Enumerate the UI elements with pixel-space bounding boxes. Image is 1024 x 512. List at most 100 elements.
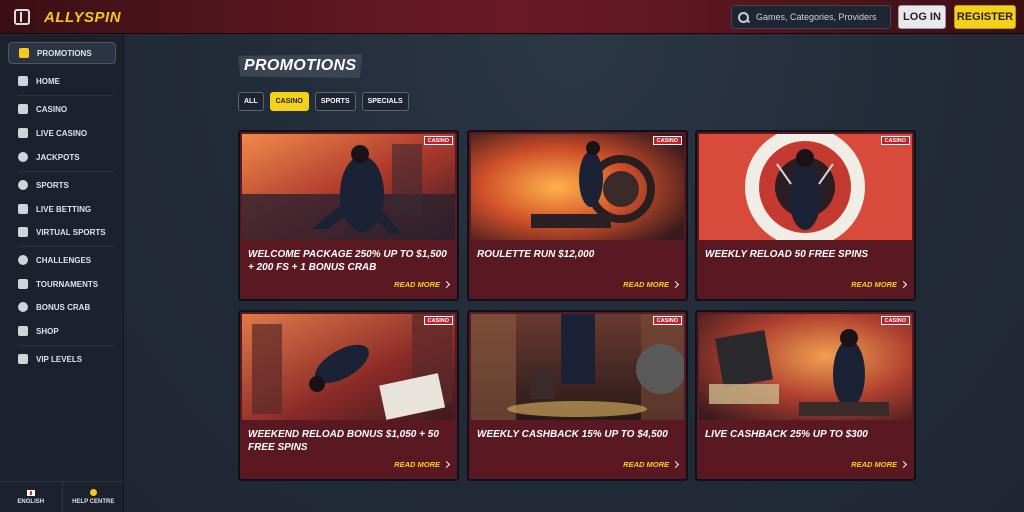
search-input[interactable] (756, 12, 886, 22)
promo-card[interactable]: CASINO WEEKLY RELOAD 50 FREE SPINS READ … (695, 130, 916, 301)
canada-flag-icon (26, 489, 35, 496)
filter-specials[interactable]: SPECIALS (361, 92, 409, 111)
sidebar-divider (18, 345, 114, 346)
read-more-link[interactable]: READ MORE (394, 280, 451, 289)
top-header: ALLYSPIN LOG IN REGISTER (0, 0, 1024, 34)
sidebar-item-label: LIVE BETTING (36, 204, 92, 214)
login-button[interactable]: LOG IN (898, 5, 946, 29)
sidebar-item-label: VIRTUAL SPORTS (36, 227, 106, 237)
page-title: PROMOTIONS (238, 54, 363, 78)
bonus-crab-icon (18, 302, 28, 312)
logo-text: ALLYSPIN (44, 8, 122, 26)
sidebar-divider (18, 95, 114, 96)
promo-card[interactable]: CASINO LIVE CASHBACK 25% UP TO $300 READ… (695, 310, 916, 481)
tournaments-icon (18, 279, 28, 289)
shop-icon (18, 326, 28, 336)
sidebar-item-virtual-sports[interactable]: VIRTUAL SPORTS (8, 221, 116, 243)
promo-card[interactable]: CASINO WEEKEND RELOAD BONUS $1,050 + 50 … (238, 310, 459, 481)
promo-card[interactable]: CASINO WELCOME PACKAGE 250% UP TO $1,500… (238, 130, 459, 301)
promo-image-weekly-reload (699, 134, 912, 240)
jackpots-icon (18, 152, 28, 162)
virtual-sports-icon (18, 227, 28, 237)
promo-card[interactable]: CASINO WEEKLY CASHBACK 15% UP TO $4,500 … (467, 310, 688, 481)
sidebar-toggle-icon[interactable] (14, 9, 30, 25)
sidebar-item-label: CHALLENGES (36, 255, 92, 265)
read-more-label: READ MORE (851, 460, 897, 469)
vip-icon (18, 354, 28, 364)
read-more-link[interactable]: READ MORE (851, 280, 908, 289)
filter-all[interactable]: ALL (238, 92, 264, 111)
sidebar-item-label: BONUS CRAB (36, 302, 91, 312)
read-more-link[interactable]: READ MORE (623, 280, 680, 289)
read-more-link[interactable]: READ MORE (394, 460, 451, 469)
live-betting-icon (18, 204, 28, 214)
sidebar-item-label: CASINO (36, 104, 68, 114)
promo-title: ROULETTE RUN $12,000 (477, 249, 595, 260)
promo-title: LIVE CASHBACK 25% UP TO $300 (705, 429, 868, 440)
category-badge: CASINO (652, 316, 682, 325)
promo-title: WEEKEND RELOAD BONUS $1,050 + 50 FREE SP… (248, 429, 439, 453)
sidebar-item-label: LIVE CASINO (36, 128, 88, 138)
promo-image-live-cashback (699, 314, 912, 420)
sidebar-item-label: PROMOTIONS (37, 48, 92, 58)
category-badge: CASINO (423, 316, 453, 325)
logo[interactable]: ALLYSPIN (44, 7, 121, 27)
sidebar-item-promotions[interactable]: PROMOTIONS (8, 42, 116, 64)
sidebar-divider (18, 171, 114, 172)
sidebar-item-tournaments[interactable]: TOURNAMENTS (8, 273, 116, 295)
help-label: HELP CENTRE (72, 499, 115, 505)
sidebar-item-vip-levels[interactable]: VIP LEVELS (8, 348, 116, 370)
chevron-right-icon (899, 460, 908, 469)
sidebar-item-bonus-crab[interactable]: BONUS CRAB (8, 296, 116, 318)
language-label: ENGLISH (17, 498, 45, 505)
search-box[interactable] (731, 5, 891, 29)
home-icon (18, 76, 28, 86)
register-button[interactable]: REGISTER (954, 5, 1016, 29)
chevron-right-icon (671, 280, 680, 289)
sidebar: PROMOTIONS HOME CASINO LIVE CASINO JACKP… (0, 35, 124, 512)
sidebar-item-sports[interactable]: SPORTS (8, 174, 116, 196)
read-more-link[interactable]: READ MORE (623, 460, 680, 469)
sidebar-item-home[interactable]: HOME (8, 70, 116, 92)
challenges-icon (18, 255, 28, 265)
sidebar-item-live-betting[interactable]: LIVE BETTING (8, 198, 116, 220)
promo-image-weekend-reload (242, 314, 455, 420)
read-more-link[interactable]: READ MORE (851, 460, 908, 469)
category-badge: CASINO (652, 136, 682, 145)
language-selector[interactable]: ENGLISH (0, 482, 63, 512)
sidebar-divider (18, 246, 114, 247)
sidebar-item-jackpots[interactable]: JACKPOTS (8, 146, 116, 168)
sidebar-item-challenges[interactable]: CHALLENGES (8, 249, 116, 271)
sidebar-item-label: VIP LEVELS (36, 354, 83, 364)
sidebar-item-label: SPORTS (36, 180, 69, 190)
chevron-right-icon (442, 280, 451, 289)
read-more-label: READ MORE (394, 460, 440, 469)
promo-title: WEEKLY RELOAD 50 FREE SPINS (705, 249, 868, 260)
promo-card[interactable]: CASINO ROULETTE RUN $12,000 READ MORE (467, 130, 688, 301)
promo-image-roulette-run (471, 134, 684, 240)
filter-sports[interactable]: SPORTS (314, 92, 356, 111)
live-casino-icon (18, 128, 28, 138)
help-centre-link[interactable]: HELP CENTRE (63, 482, 125, 512)
read-more-label: READ MORE (623, 460, 669, 469)
sidebar-item-casino[interactable]: CASINO (8, 98, 116, 120)
gift-icon (19, 48, 29, 58)
chevron-right-icon (442, 460, 451, 469)
chevron-right-icon (899, 280, 908, 289)
filter-casino[interactable]: CASINO (269, 92, 309, 111)
promo-filter-tabs: ALL CASINO SPORTS SPECIALS (238, 92, 409, 111)
sidebar-item-shop[interactable]: SHOP (8, 320, 116, 342)
category-badge: CASINO (880, 136, 910, 145)
casino-icon (18, 104, 28, 114)
sidebar-item-label: HOME (36, 76, 60, 86)
sports-icon (18, 180, 28, 190)
read-more-label: READ MORE (623, 280, 669, 289)
promo-title: WELCOME PACKAGE 250% UP TO $1,500 + 200 … (248, 249, 447, 273)
category-badge: CASINO (880, 316, 910, 325)
category-badge: CASINO (423, 136, 453, 145)
chevron-right-icon (671, 460, 680, 469)
sidebar-footer: ENGLISH HELP CENTRE (0, 481, 124, 512)
sidebar-item-label: TOURNAMENTS (36, 279, 99, 289)
sidebar-item-live-casino[interactable]: LIVE CASINO (8, 122, 116, 144)
read-more-label: READ MORE (851, 280, 897, 289)
